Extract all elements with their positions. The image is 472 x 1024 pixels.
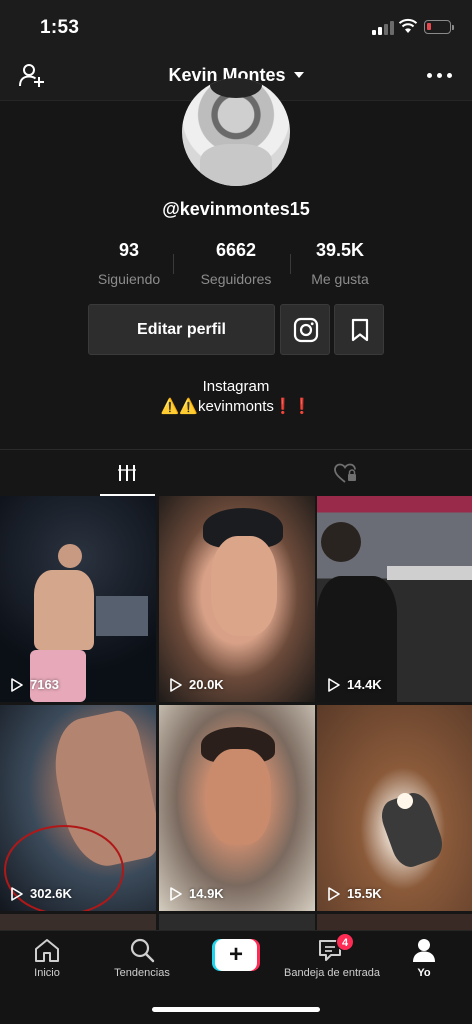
tab-liked-videos[interactable] <box>318 450 373 496</box>
favorites-button[interactable] <box>334 304 384 355</box>
wifi-icon <box>398 18 418 33</box>
status-time: 1:53 <box>40 17 80 38</box>
tab-videos[interactable] <box>100 450 155 496</box>
video-thumbnail[interactable] <box>317 914 472 930</box>
video-thumbnail[interactable]: 7163 <box>0 496 156 702</box>
profile-stats: 93 Siguiendo 6662 Seguidores 39.5K Me gu… <box>88 240 385 290</box>
likes-count: 39.5K <box>315 240 365 260</box>
video-thumbnail[interactable] <box>0 914 156 930</box>
profile-icon <box>413 939 435 962</box>
liked-heart-lock-icon <box>334 463 356 483</box>
play-icon <box>170 886 182 901</box>
search-icon <box>130 938 155 963</box>
view-count-value: 14.4K <box>347 677 382 692</box>
grid-icon <box>118 465 136 481</box>
nav-discover[interactable]: Tendencias <box>96 931 188 991</box>
instagram-icon <box>293 317 319 343</box>
video-thumbnail[interactable]: 20.0K <box>159 496 315 702</box>
nav-home[interactable]: Inicio <box>1 931 93 991</box>
view-count: 20.0K <box>169 677 224 692</box>
likes-label: Me gusta <box>311 271 369 287</box>
view-count-value: 7163 <box>30 677 59 692</box>
stat-following[interactable]: 93 Siguiendo <box>80 240 178 287</box>
create-video-button[interactable]: + <box>212 939 260 971</box>
view-count: 15.5K <box>327 886 382 901</box>
more-options-icon[interactable] <box>427 73 453 79</box>
video-thumbnail[interactable]: 14.4K <box>317 496 472 702</box>
video-thumbnail[interactable]: 302.6K <box>0 705 156 911</box>
followers-label: Seguidores <box>200 271 272 287</box>
play-icon <box>11 886 23 901</box>
home-icon <box>35 939 59 962</box>
video-thumbnail[interactable]: 15.5K <box>317 705 472 911</box>
home-indicator[interactable] <box>152 1007 320 1012</box>
following-label: Siguiendo <box>97 271 161 287</box>
nav-inbox[interactable]: Bandeja de entrada <box>284 931 381 991</box>
view-count-value: 14.9K <box>189 886 224 901</box>
view-count-value: 302.6K <box>30 886 72 901</box>
video-thumbnail[interactable] <box>159 914 315 930</box>
nav-inbox-label: Bandeja de entrada <box>284 967 381 979</box>
avatar[interactable] <box>182 78 290 186</box>
divider <box>173 254 174 274</box>
bio-instagram-handle: ⚠️⚠️kevinmonts❗️❗️ <box>160 398 312 415</box>
followers-count: 6662 <box>215 240 257 260</box>
play-icon <box>328 886 340 901</box>
view-count: 14.9K <box>169 886 224 901</box>
edit-profile-button[interactable]: Editar perfil <box>88 304 275 355</box>
play-icon <box>170 677 182 692</box>
bio: Instagram ⚠️⚠️kevinmonts❗️❗️ <box>0 377 472 417</box>
view-count: 302.6K <box>10 886 72 901</box>
battery-icon <box>424 20 454 34</box>
play-icon <box>328 677 340 692</box>
instagram-button[interactable] <box>280 304 330 355</box>
video-grid: 7163 20.0K 14.4K 302.6K 14.9K 15.5K <box>0 496 472 930</box>
nav-me-label: Yo <box>417 967 431 979</box>
video-thumbnail[interactable]: 14.9K <box>159 705 315 911</box>
play-icon <box>11 677 23 692</box>
profile-tabs <box>0 449 472 496</box>
plus-icon: + <box>215 939 257 971</box>
inbox-notification-badge: 4 <box>336 933 354 951</box>
profile-handle: @kevinmontes15 <box>162 199 310 219</box>
view-count-value: 20.0K <box>189 677 224 692</box>
stat-followers[interactable]: 6662 Seguidores <box>187 240 285 287</box>
view-count: 7163 <box>10 677 59 692</box>
bookmark-icon <box>351 318 369 342</box>
status-bar: 1:53 <box>0 0 472 54</box>
chevron-down-icon <box>293 72 304 78</box>
bio-line: Instagram <box>202 378 270 395</box>
stat-likes[interactable]: 39.5K Me gusta <box>291 240 389 287</box>
nav-home-label: Inicio <box>34 967 60 979</box>
view-count: 14.4K <box>327 677 382 692</box>
nav-discover-label: Tendencias <box>114 967 170 979</box>
cellular-signal-icon <box>372 21 394 35</box>
nav-me[interactable]: Yo <box>378 931 470 991</box>
view-count-value: 15.5K <box>347 886 382 901</box>
following-count: 93 <box>118 240 140 260</box>
